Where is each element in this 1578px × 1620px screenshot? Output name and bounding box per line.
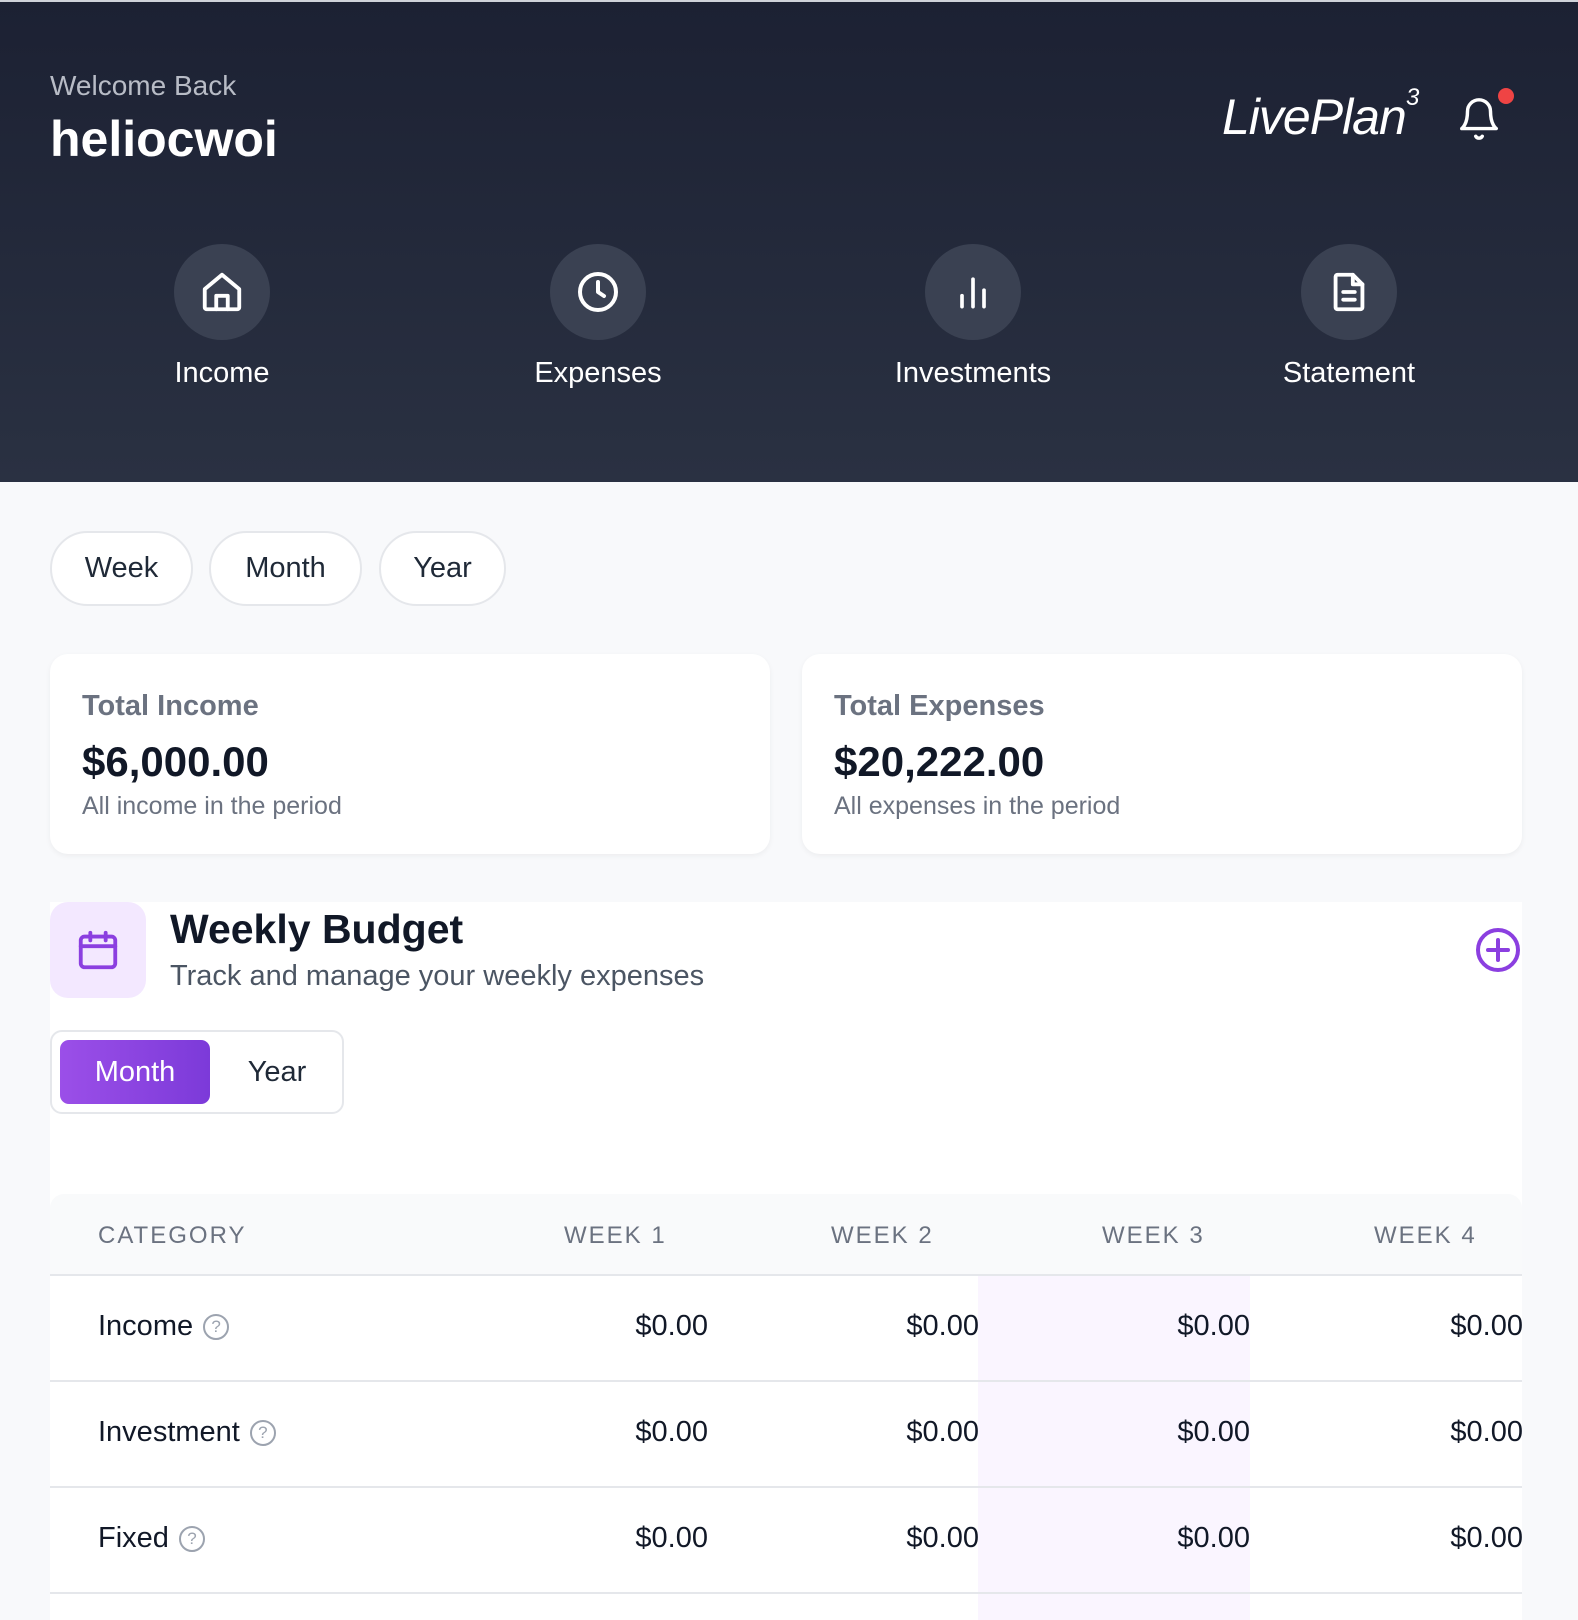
header-week-2: WEEK 2: [831, 1222, 934, 1249]
weekly-budget-section: Weekly Budget Track and manage your week…: [50, 902, 1523, 1620]
budget-title: Weekly Budget: [170, 906, 464, 952]
total-expenses-card: Total Expenses $20,222.00 All expenses i…: [802, 654, 1522, 854]
help-icon[interactable]: ?: [249, 1419, 276, 1446]
cell-week-2: $0.00: [906, 1416, 979, 1448]
document-icon: [1333, 272, 1365, 312]
nav-label-expenses: Expenses: [534, 357, 662, 389]
filter-month-button[interactable]: Month: [209, 531, 362, 606]
budget-period-toggle: Month Year: [50, 1030, 344, 1114]
welcome-text: Welcome Back: [50, 70, 237, 101]
cell-week-1: $0.00: [635, 1522, 708, 1554]
row-category-label: Investment: [98, 1416, 240, 1448]
clock-icon: [578, 272, 618, 312]
table-row: Income ? $0.00 $0.00 $0.00 $0.00: [50, 1276, 1523, 1382]
budget-subtitle: Track and manage your weekly expenses: [170, 960, 705, 992]
nav-item-income[interactable]: Income: [112, 244, 332, 404]
nav-label-investments: Investments: [894, 357, 1052, 389]
username: heliocwoi: [50, 111, 278, 167]
add-circle-icon[interactable]: [1474, 926, 1522, 974]
total-expenses-title: Total Expenses: [834, 690, 1045, 722]
notification-dot: [1498, 88, 1514, 104]
total-expenses-subtitle: All expenses in the period: [834, 792, 1121, 820]
total-expenses-value: $20,222.00: [834, 738, 1045, 785]
toggle-month-button[interactable]: Month: [60, 1040, 210, 1104]
bar-chart-icon: [960, 277, 986, 309]
cell-week-2: $0.00: [906, 1522, 979, 1554]
nav-item-investments[interactable]: Investments: [863, 244, 1083, 404]
nav-item-statement[interactable]: Statement: [1239, 244, 1459, 404]
cell-week-3: $0.00: [1177, 1416, 1250, 1448]
header-week-4: WEEK 4: [1374, 1222, 1477, 1249]
nav-label-statement: Statement: [1282, 357, 1416, 389]
cell-week-2: $0.00: [906, 1310, 979, 1342]
cell-week-3: $0.00: [1177, 1310, 1250, 1342]
home-icon: [202, 272, 242, 312]
total-income-title: Total Income: [82, 690, 259, 722]
help-icon[interactable]: ?: [203, 1313, 230, 1340]
cell-week-1: $0.00: [635, 1310, 708, 1342]
filter-year-button[interactable]: Year: [379, 531, 506, 606]
table-row: Investment ? $0.00 $0.00 $0.00 $0.00: [50, 1382, 1523, 1488]
nav-item-expenses[interactable]: Expenses: [488, 244, 708, 404]
cell-week-4: $0.00: [1450, 1522, 1523, 1554]
budget-table: CATEGORY WEEK 1 WEEK 2 WEEK 3 WEEK 4 Inc…: [50, 1194, 1523, 1620]
calendar-tile: [50, 902, 146, 998]
cell-week-1: $0.00: [635, 1416, 708, 1448]
calendar-icon: [78, 930, 118, 970]
table-row: Fixed ? $0.00 $0.00 $0.00 $0.00: [50, 1488, 1523, 1594]
nav-label-income: Income: [174, 357, 270, 389]
app-logo: LivePlan: [1222, 89, 1407, 145]
total-income-value: $6,000.00: [82, 738, 269, 785]
header-week-3: WEEK 3: [1102, 1222, 1205, 1249]
row-category-label: Fixed: [98, 1522, 169, 1554]
dashboard-header: Welcome Back heliocwoi LivePlan 3 Income…: [0, 2, 1578, 482]
cell-week-4: $0.00: [1450, 1416, 1523, 1448]
app-logo-version: 3: [1406, 84, 1420, 111]
cell-week-4: $0.00: [1450, 1310, 1523, 1342]
header-category: CATEGORY: [98, 1222, 247, 1249]
total-income-subtitle: All income in the period: [82, 792, 342, 820]
total-income-card: Total Income $6,000.00 All income in the…: [50, 654, 770, 854]
bell-icon[interactable]: [1456, 94, 1502, 144]
cell-week-3: $0.00: [1177, 1522, 1250, 1554]
help-icon[interactable]: ?: [178, 1525, 205, 1552]
table-header: CATEGORY WEEK 1 WEEK 2 WEEK 3 WEEK 4: [50, 1194, 1522, 1276]
header-week-1: WEEK 1: [564, 1222, 667, 1249]
filter-week-button[interactable]: Week: [50, 531, 193, 606]
row-category-label: Income: [98, 1310, 194, 1342]
toggle-year-button[interactable]: Year: [216, 1040, 338, 1104]
